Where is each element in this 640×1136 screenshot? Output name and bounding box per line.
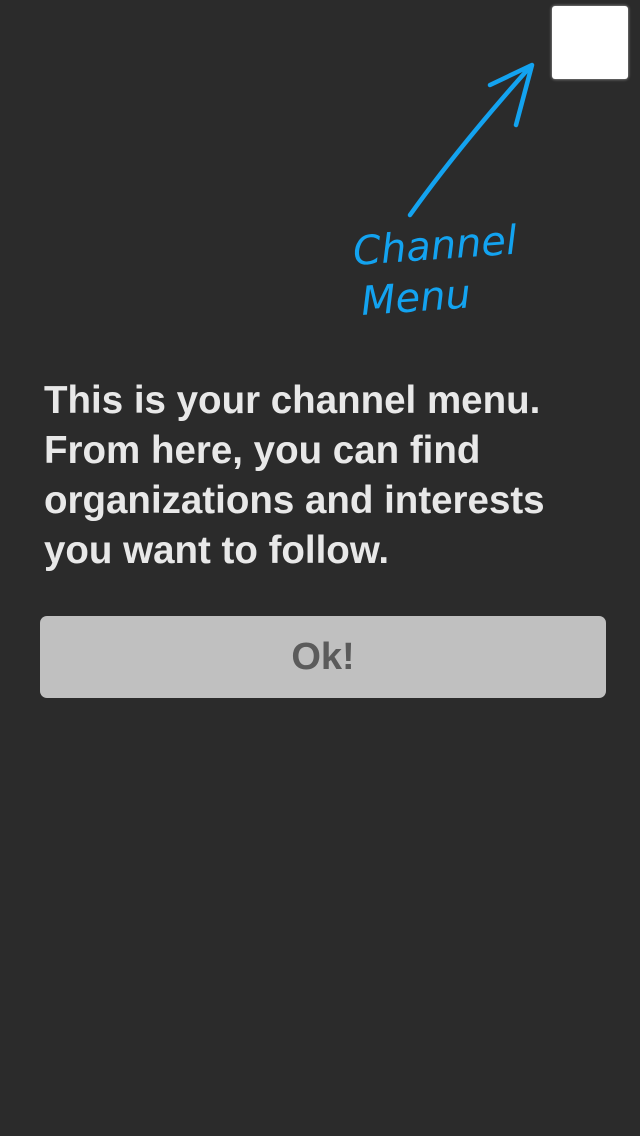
annotation-arrow-icon: Channel Menu [351,62,535,325]
channel-menu-button[interactable] [552,6,628,79]
ok-button[interactable]: Ok! [40,616,606,698]
channel-menu-annotation: Channel Menu [340,55,560,335]
ok-button-label: Ok! [291,635,355,678]
annotation-label-channel: Channel [351,218,518,275]
tutorial-message: This is your channel menu. From here, yo… [44,379,545,572]
annotation-label-menu: Menu [359,271,472,325]
